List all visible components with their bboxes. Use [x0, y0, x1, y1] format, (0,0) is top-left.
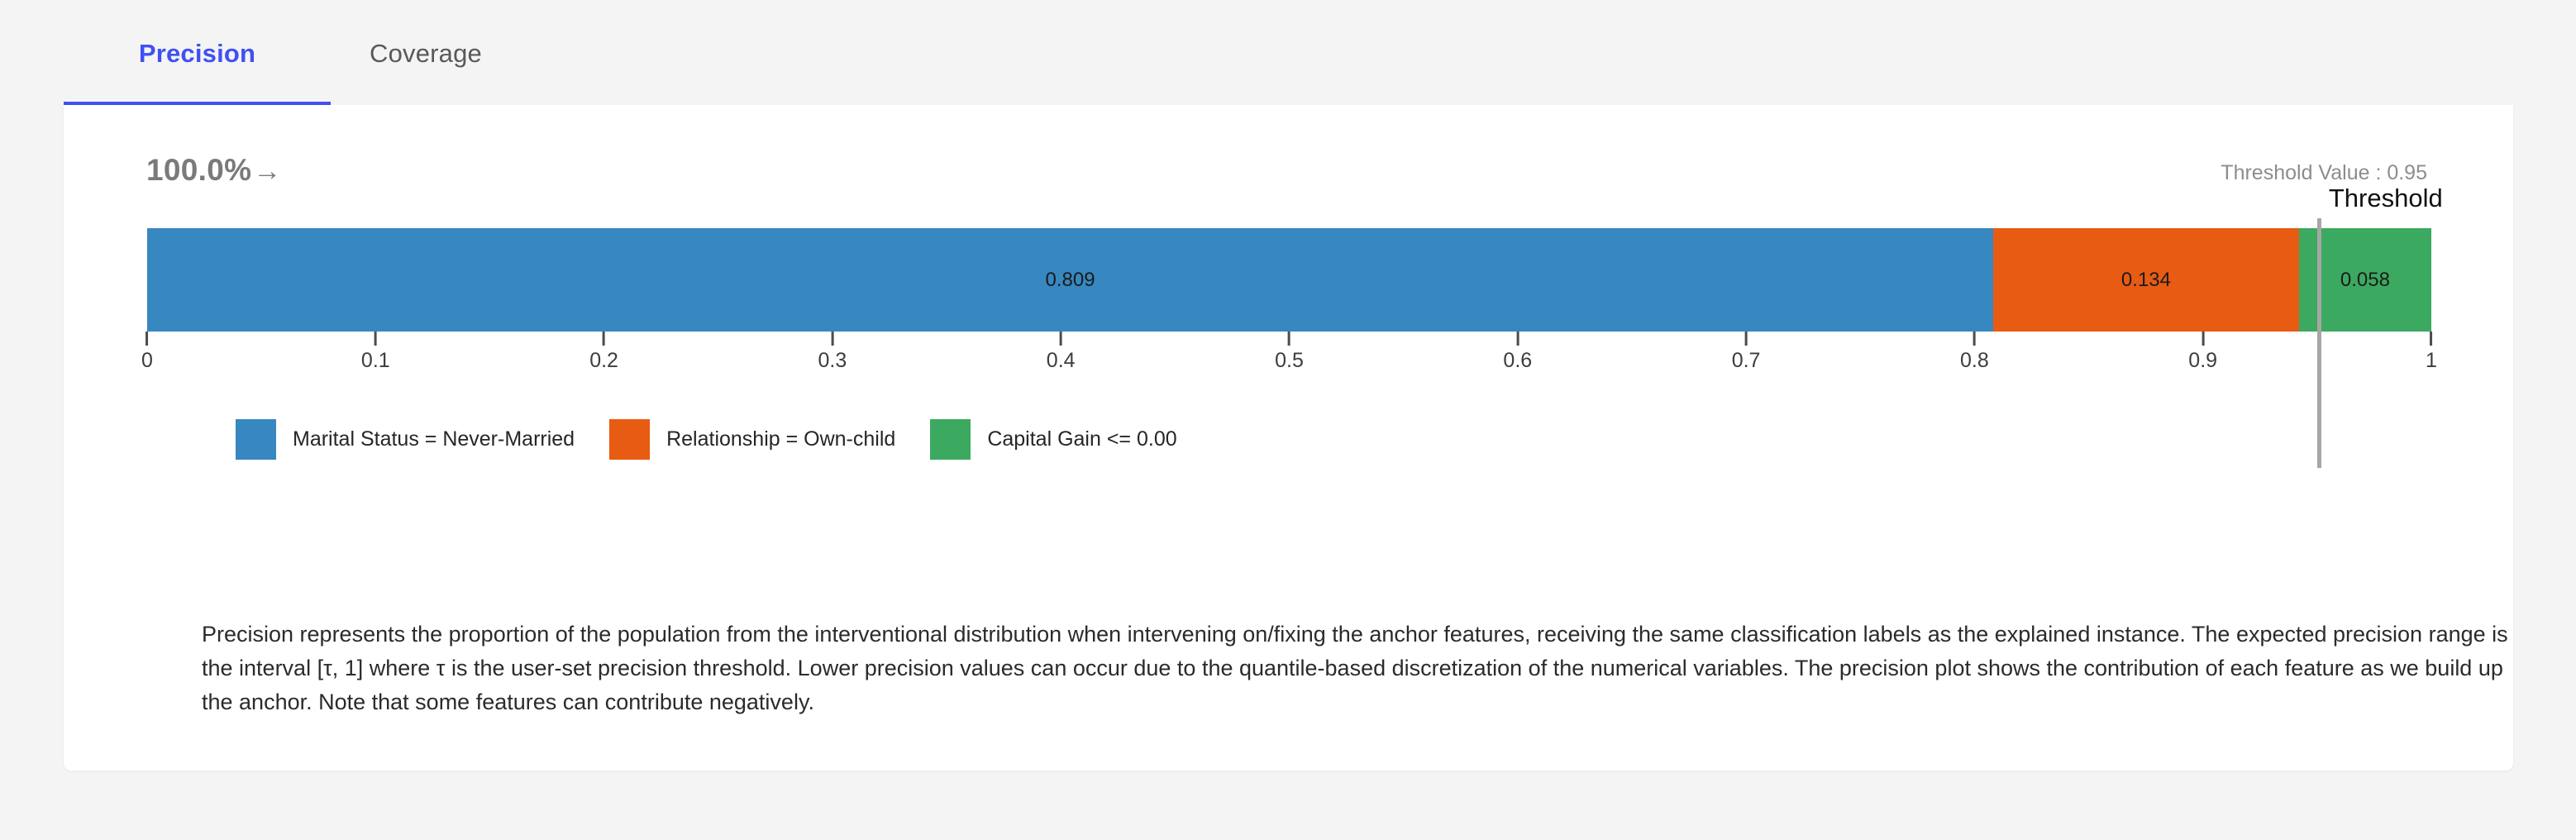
x-axis-tick: 0.2 — [589, 332, 618, 373]
x-axis-tick-label: 0.6 — [1503, 349, 1533, 372]
bar-segment-value-3: 0.058 — [2340, 268, 2390, 291]
legend-item-1[interactable]: Marital Status = Never-Married — [236, 419, 575, 460]
tick-mark-icon — [1516, 332, 1519, 346]
legend-item-3[interactable]: Capital Gain <= 0.00 — [930, 419, 1177, 460]
x-axis-tick-label: 0.8 — [1960, 349, 1989, 372]
x-axis-tick: 0.9 — [2188, 332, 2217, 373]
tick-mark-icon — [145, 332, 149, 346]
x-axis-tick: 0.8 — [1960, 332, 1989, 373]
tick-mark-icon — [374, 332, 377, 346]
bar-segment-value-2: 0.134 — [2120, 268, 2171, 291]
precision-description: Precision represents the proportion of t… — [202, 622, 2508, 714]
x-axis-tick: 0.6 — [1503, 332, 1532, 373]
x-axis-tick-label: 0.9 — [2188, 349, 2218, 372]
tick-mark-icon — [2430, 332, 2433, 346]
x-axis-tick: 1 — [2426, 332, 2437, 373]
precision-panel-card: 100.0%→ Threshold Value : 0.95 0.809 0.13… — [64, 105, 2513, 771]
legend-swatch-icon — [609, 419, 651, 460]
tick-mark-icon — [1059, 332, 1062, 346]
legend-item-label: Marital Status = Never-Married — [293, 427, 575, 451]
bar-segment-2[interactable]: 0.134 — [1993, 228, 2299, 332]
tab-bar: Precision Coverage — [64, 0, 2544, 107]
legend-item-2[interactable]: Relationship = Own-child — [609, 419, 895, 460]
tick-mark-icon — [603, 332, 606, 346]
threshold-caption: Threshold — [2328, 184, 2443, 212]
tick-mark-icon — [1287, 332, 1290, 346]
x-axis-tick-label: 0.4 — [1046, 349, 1076, 372]
bar-segment-value-1: 0.809 — [1045, 268, 1095, 291]
legend-item-label: Relationship = Own-child — [666, 427, 896, 451]
x-axis-tick-label: 0.5 — [1275, 349, 1304, 372]
x-axis-tick: 0.3 — [818, 332, 847, 373]
legend-swatch-icon — [930, 419, 971, 460]
stacked-bar: 0.809 0.134 0.058 — [147, 228, 2431, 332]
x-axis-tick: 0.5 — [1275, 332, 1304, 373]
bar-segment-1[interactable]: 0.809 — [147, 228, 1994, 332]
tick-mark-icon — [831, 332, 834, 346]
x-axis-tick-label: 0.2 — [589, 349, 618, 372]
x-axis-tick-label: 0.7 — [1731, 349, 1761, 372]
x-axis-tick-label: 1 — [2426, 349, 2437, 372]
x-axis-tick-label: 0 — [141, 349, 153, 372]
tick-mark-icon — [2202, 332, 2205, 346]
chart-legend: Marital Status = Never-Married Relationsh… — [236, 419, 1212, 460]
tab-precision-label: Precision — [138, 39, 256, 68]
x-axis-tick-label: 0.3 — [818, 349, 847, 372]
tab-coverage[interactable]: Coverage — [331, 0, 521, 107]
x-axis-tick: 0.7 — [1731, 332, 1761, 373]
tick-mark-icon — [1744, 332, 1748, 346]
x-axis-tick: 0.1 — [361, 332, 390, 373]
tick-mark-icon — [1973, 332, 1976, 346]
x-axis-tick: 0 — [141, 332, 153, 373]
tab-coverage-label: Coverage — [369, 39, 482, 68]
x-axis: 0 0.1 0.2 0.3 0.4 0.5 0.6 0.7 0.8 0.9 1 — [141, 332, 2437, 398]
x-axis-tick-label: 0.1 — [360, 349, 390, 372]
legend-item-label: Capital Gain <= 0.00 — [987, 427, 1177, 451]
legend-swatch-icon — [236, 419, 276, 460]
x-axis-tick: 0.4 — [1047, 332, 1076, 373]
tab-precision[interactable]: Precision — [64, 0, 331, 107]
